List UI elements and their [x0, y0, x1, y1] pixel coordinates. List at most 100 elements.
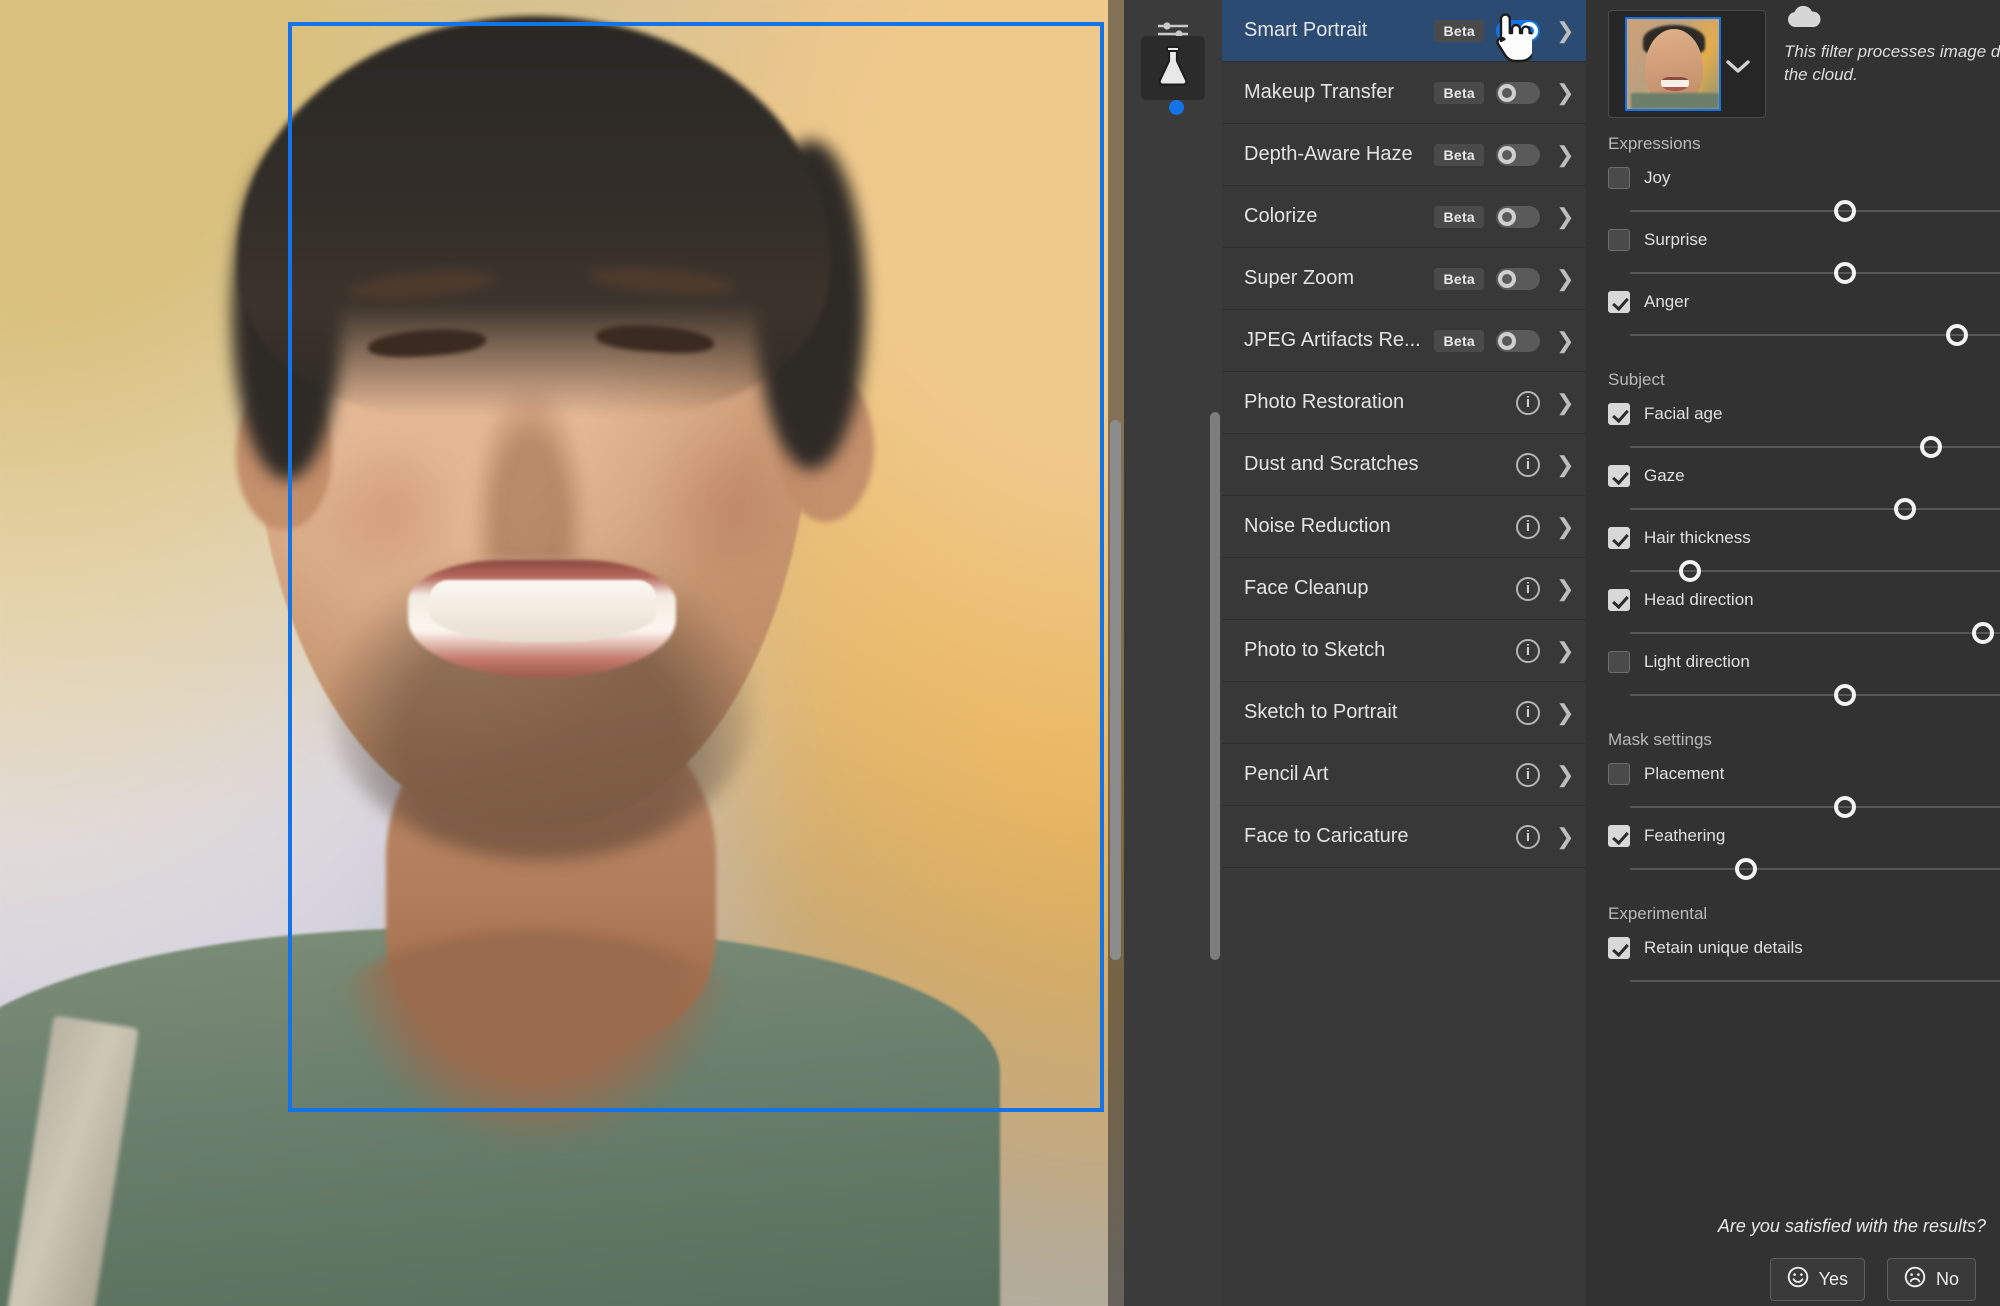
filter-row[interactable]: Super Zoom Beta ❯ [1222, 248, 1586, 310]
control-checkbox[interactable] [1608, 651, 1630, 673]
control-slider[interactable] [1630, 496, 2000, 522]
feedback-yes-button[interactable]: Yes [1769, 1258, 1865, 1301]
control-slider[interactable] [1630, 682, 2000, 708]
chevron-right-icon[interactable]: ❯ [1556, 762, 1574, 788]
control-checkbox[interactable] [1608, 465, 1630, 487]
info-icon[interactable]: i [1516, 576, 1540, 601]
beta-badge: Beta [1434, 81, 1484, 104]
info-icon[interactable]: i [1516, 514, 1540, 539]
filter-row[interactable]: Photo Restoration i ❯ [1222, 372, 1586, 434]
control-checkbox[interactable] [1608, 589, 1630, 611]
filter-row[interactable]: Smart Portrait Beta ❯ [1222, 0, 1586, 62]
slider-track [1630, 806, 2000, 808]
beta-badge: Beta [1434, 143, 1484, 166]
control-label: Light direction [1644, 652, 1750, 671]
filter-toggle-switch[interactable] [1496, 267, 1540, 290]
chevron-right-icon[interactable]: ❯ [1556, 390, 1574, 416]
slider-handle[interactable] [1834, 796, 1856, 818]
filter-toggle-switch[interactable] [1496, 329, 1540, 352]
filter-name-label: Makeup Transfer [1244, 81, 1395, 103]
slider-handle[interactable] [1735, 858, 1758, 880]
slider-handle[interactable] [1945, 324, 1968, 346]
neural-filters-button[interactable] [1141, 36, 1205, 100]
filter-row[interactable]: Face Cleanup i ❯ [1222, 558, 1586, 620]
slider-control-group: Surprise [1608, 228, 2000, 286]
canvas-scrollbar-track[interactable] [1108, 0, 1124, 1306]
image-canvas[interactable] [0, 0, 1124, 1306]
control-slider[interactable] [1630, 620, 2000, 646]
control-slider[interactable] [1630, 968, 2000, 994]
chevron-right-icon[interactable]: ❯ [1556, 328, 1574, 354]
control-checkbox[interactable] [1608, 403, 1630, 425]
slider-handle[interactable] [1971, 622, 1994, 644]
slider-control-group: Retain unique details [1608, 936, 2000, 994]
filter-toggle-switch[interactable] [1496, 205, 1540, 228]
chevron-right-icon[interactable]: ❯ [1556, 700, 1574, 726]
control-slider[interactable] [1630, 558, 2000, 584]
control-checkbox[interactable] [1608, 937, 1630, 959]
filter-list-scrollbar-thumb[interactable] [1210, 412, 1220, 960]
filter-row[interactable]: Noise Reduction i ❯ [1222, 496, 1586, 558]
chevron-right-icon[interactable]: ❯ [1556, 204, 1574, 230]
canvas-scrollbar-thumb[interactable] [1110, 420, 1121, 960]
filter-row[interactable]: Depth-Aware Haze Beta ❯ [1222, 124, 1586, 186]
info-icon[interactable]: i [1516, 762, 1540, 787]
control-label: Facial age [1644, 404, 1723, 423]
slider-handle[interactable] [1834, 200, 1856, 222]
chevron-right-icon[interactable]: ❯ [1556, 266, 1574, 292]
control-label: Head direction [1644, 590, 1754, 609]
filter-name-label: Depth-Aware Haze [1244, 143, 1413, 165]
shirt-collar [300, 930, 770, 1180]
chevron-right-icon[interactable]: ❯ [1556, 514, 1574, 540]
slider-handle[interactable] [1920, 436, 1942, 458]
toggle-knob [1498, 83, 1516, 102]
filter-row[interactable]: JPEG Artifacts Re... Beta ❯ [1222, 310, 1586, 372]
info-icon[interactable]: i [1516, 700, 1540, 725]
filter-toggle-switch[interactable] [1496, 81, 1540, 104]
chevron-right-icon[interactable]: ❯ [1556, 18, 1574, 44]
filter-row[interactable]: Sketch to Portrait i ❯ [1222, 682, 1586, 744]
control-checkbox[interactable] [1608, 527, 1630, 549]
chevron-right-icon[interactable]: ❯ [1556, 80, 1574, 106]
filter-preview-thumbnail[interactable] [1608, 10, 1766, 118]
slider-control-group: Facial age [1608, 402, 2000, 460]
chevron-right-icon[interactable]: ❯ [1556, 638, 1574, 664]
info-icon[interactable]: i [1516, 390, 1540, 415]
control-slider[interactable] [1630, 322, 2000, 348]
chevron-right-icon[interactable]: ❯ [1556, 576, 1574, 602]
filter-row[interactable]: Makeup Transfer Beta ❯ [1222, 62, 1586, 124]
filter-row[interactable]: Photo to Sketch i ❯ [1222, 620, 1586, 682]
info-icon[interactable]: i [1516, 452, 1540, 477]
control-slider[interactable] [1630, 198, 2000, 224]
filter-toggle-switch[interactable] [1496, 19, 1540, 42]
chevron-right-icon[interactable]: ❯ [1556, 824, 1574, 850]
chevron-right-icon[interactable]: ❯ [1556, 452, 1574, 478]
control-slider[interactable] [1630, 794, 2000, 820]
info-icon[interactable]: i [1516, 824, 1540, 849]
filter-toggle-switch[interactable] [1496, 143, 1540, 166]
control-checkbox[interactable] [1608, 167, 1630, 189]
filter-row[interactable]: Pencil Art i ❯ [1222, 744, 1586, 806]
info-icon[interactable]: i [1516, 638, 1540, 663]
slider-handle[interactable] [1834, 262, 1856, 284]
slider-handle[interactable] [1834, 684, 1856, 706]
beta-badge: Beta [1434, 19, 1484, 42]
control-slider[interactable] [1630, 856, 2000, 882]
filter-row[interactable]: Colorize Beta ❯ [1222, 186, 1586, 248]
control-slider[interactable] [1630, 260, 2000, 286]
chevron-down-icon[interactable] [1725, 55, 1751, 81]
control-checkbox[interactable] [1608, 763, 1630, 785]
control-checkbox[interactable] [1608, 229, 1630, 251]
filter-row[interactable]: Dust and Scratches i ❯ [1222, 434, 1586, 496]
beta-badge: Beta [1434, 267, 1484, 290]
slider-handle[interactable] [1679, 560, 1702, 582]
control-checkbox[interactable] [1608, 825, 1630, 847]
chevron-right-icon[interactable]: ❯ [1556, 142, 1574, 168]
feedback-no-button[interactable]: No [1886, 1258, 1976, 1301]
control-checkbox[interactable] [1608, 291, 1630, 313]
toggle-knob [1498, 269, 1516, 288]
filter-row[interactable]: Face to Caricature i ❯ [1222, 806, 1586, 868]
control-slider[interactable] [1630, 434, 2000, 460]
slider-handle[interactable] [1894, 498, 1917, 520]
control-header: Gaze [1608, 464, 2000, 488]
